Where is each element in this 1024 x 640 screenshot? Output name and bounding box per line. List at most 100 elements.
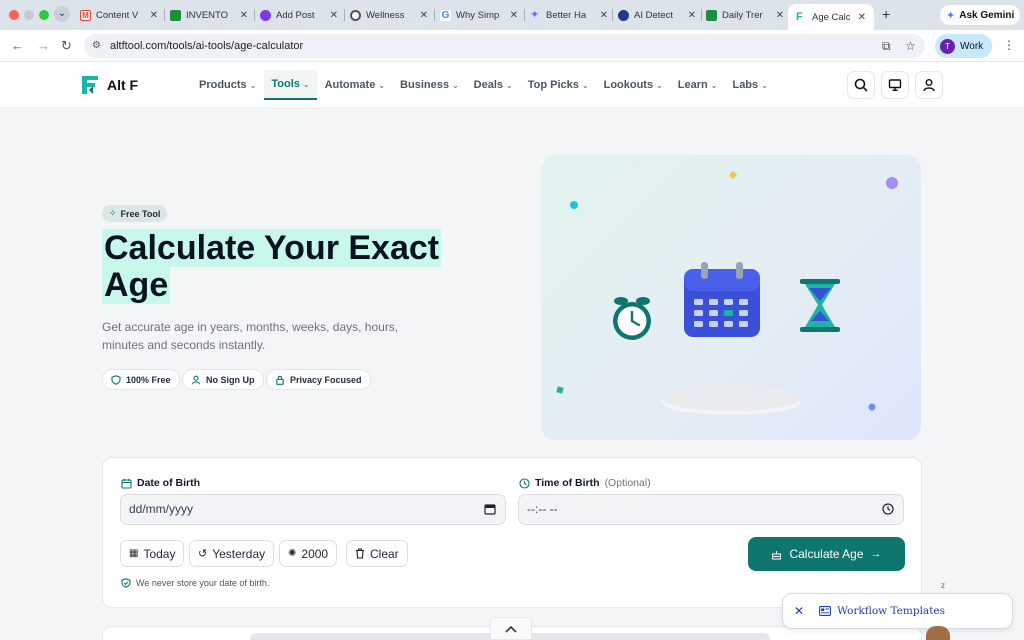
alarm-clock-icon xyxy=(613,297,651,340)
nav-item-tools[interactable]: Tools ⌄ xyxy=(264,70,317,100)
maximize-window-button[interactable] xyxy=(39,10,49,20)
tob-label-text: Time of Birth xyxy=(535,477,600,489)
close-tab-icon[interactable]: ✕ xyxy=(600,10,608,21)
workflow-templates-widget: ✕ Workflow Templates xyxy=(782,593,1013,629)
tab-title: Daily Trer xyxy=(722,9,763,21)
ask-gemini-label: Ask Gemini xyxy=(959,9,1015,21)
close-window-button[interactable] xyxy=(9,10,19,20)
clock-icon xyxy=(519,477,530,489)
install-app-icon[interactable]: ⧉ xyxy=(882,39,891,54)
tab-title: Content V xyxy=(96,9,139,21)
cake-icon xyxy=(772,550,782,559)
new-tab-button[interactable]: + xyxy=(882,6,890,22)
nav-label: Labs xyxy=(732,79,759,91)
nav-label: Automate xyxy=(324,79,376,91)
back-icon[interactable]: ← xyxy=(11,38,24,53)
nav-label: Business xyxy=(400,79,449,91)
nav-item-business[interactable]: Business ⌄ xyxy=(393,70,466,100)
close-tab-icon[interactable]: ✕ xyxy=(150,10,158,21)
site-settings-icon[interactable]: ⚙ xyxy=(92,40,101,51)
today-button[interactable]: ▦ Today xyxy=(120,540,185,567)
forward-icon[interactable]: → xyxy=(37,38,50,53)
yesterday-label: Yesterday xyxy=(212,546,266,561)
site-logo[interactable]: Alt F xyxy=(80,74,138,96)
browser-tab[interactable]: G Why Simp ✕ xyxy=(440,5,518,25)
scroll-up-button[interactable] xyxy=(490,617,532,640)
calendar-picker-icon[interactable] xyxy=(484,503,496,515)
tob-input[interactable]: --:-- -- xyxy=(518,494,904,525)
browser-tab[interactable]: INVENTO ✕ xyxy=(170,5,248,25)
browser-tab[interactable]: Add Post ✕ xyxy=(260,5,338,25)
monitor-icon xyxy=(888,79,902,92)
lock-icon xyxy=(276,375,284,385)
display-button[interactable] xyxy=(881,71,909,99)
minimize-window-button[interactable] xyxy=(24,10,34,20)
close-tab-icon[interactable]: ✕ xyxy=(858,12,866,23)
browser-menu-icon[interactable]: ⋮ xyxy=(1003,38,1015,52)
nav-item-top-picks[interactable]: Top Picks ⌄ xyxy=(521,70,596,100)
chevron-down-icon: ⌄ xyxy=(302,79,310,89)
chevron-up-icon xyxy=(505,625,517,633)
tab-title: Wellness xyxy=(366,9,405,21)
arrow-right-icon: → xyxy=(870,548,882,560)
tab-title: AI Detect xyxy=(634,9,674,21)
browser-tab[interactable]: ✦ Better Ha ✕ xyxy=(530,5,608,25)
nav-item-learn[interactable]: Learn ⌄ xyxy=(671,70,725,100)
ask-gemini-button[interactable]: ✦ Ask Gemini xyxy=(940,5,1020,25)
browser-tab-bar: ⌄ M Content V ✕ INVENTO ✕ Add Post ✕ Wellne… xyxy=(0,0,1024,30)
age-calculator-form: Date of Birth dd/mm/yyyy Time of Birth (… xyxy=(102,457,922,608)
nav-item-automate[interactable]: Automate ⌄ xyxy=(318,70,392,100)
browser-tab[interactable]: Wellness ✕ xyxy=(350,5,428,25)
profile-button[interactable]: T Work xyxy=(935,34,992,58)
url-text: altftool.com/tools/ai-tools/age-calculat… xyxy=(110,40,304,52)
dob-input[interactable]: dd/mm/yyyy xyxy=(120,494,506,525)
close-tab-icon[interactable]: ✕ xyxy=(776,10,784,21)
plugin-icon xyxy=(260,9,271,21)
tob-label: Time of Birth (Optional) xyxy=(519,477,651,489)
calendar-icon: ▦ xyxy=(129,548,139,559)
mascot-avatar[interactable] xyxy=(926,626,950,640)
tab-divider xyxy=(254,9,255,21)
close-tab-icon[interactable]: ✕ xyxy=(330,10,338,21)
nav-item-labs[interactable]: Labs ⌄ xyxy=(725,70,774,100)
tab-title: Better Ha xyxy=(546,9,587,21)
reload-icon[interactable]: ↻ xyxy=(61,38,72,54)
calculate-age-button[interactable]: Calculate Age → xyxy=(748,537,905,571)
nav-item-deals[interactable]: Deals ⌄ xyxy=(467,70,520,100)
detector-icon xyxy=(618,9,629,21)
title-line-2: Age xyxy=(102,266,171,304)
workflow-templates-label[interactable]: Workflow Templates xyxy=(837,605,945,617)
clock-picker-icon[interactable] xyxy=(882,503,894,515)
tab-divider xyxy=(344,9,345,21)
chip-label: Privacy Focused xyxy=(290,374,362,385)
nav-label: Tools xyxy=(271,78,300,90)
tab-title: INVENTO xyxy=(186,9,229,21)
url-field[interactable]: altftool.com/tools/ai-tools/age-calculat… xyxy=(84,34,925,58)
search-button[interactable] xyxy=(847,71,875,99)
tab-search-icon[interactable]: ⌄ xyxy=(54,6,70,22)
account-button[interactable] xyxy=(915,71,943,99)
close-tab-icon[interactable]: ✕ xyxy=(510,10,518,21)
browser-tab[interactable]: Daily Trer ✕ xyxy=(706,5,784,25)
avatar: T xyxy=(940,38,955,54)
close-tab-icon[interactable]: ✕ xyxy=(688,10,696,21)
yesterday-button[interactable]: ↺ Yesterday xyxy=(189,540,275,567)
dob-label-text: Date of Birth xyxy=(137,477,200,489)
profile-label: Work xyxy=(960,40,984,52)
year-2000-button[interactable]: ✺ 2000 xyxy=(279,540,338,567)
bookmark-star-icon[interactable]: ☆ xyxy=(905,39,916,53)
browser-tab[interactable]: M Content V ✕ xyxy=(80,5,158,25)
browser-tab[interactable]: AI Detect ✕ xyxy=(618,5,696,25)
close-tab-icon[interactable]: ✕ xyxy=(420,10,428,21)
close-icon[interactable]: ✕ xyxy=(794,604,804,618)
nav-item-products[interactable]: Products ⌄ xyxy=(192,70,263,100)
browser-tab-active[interactable]: F Age Calc ✕ xyxy=(788,4,874,30)
chevron-down-icon: ⌄ xyxy=(506,80,513,90)
clear-button[interactable]: Clear xyxy=(346,540,408,567)
nav-item-lookouts[interactable]: Lookouts ⌄ xyxy=(597,70,670,100)
nav-label: Products xyxy=(199,79,247,91)
close-tab-icon[interactable]: ✕ xyxy=(240,10,248,21)
search-icon xyxy=(854,78,868,92)
chevron-down-icon: ⌄ xyxy=(710,80,718,90)
tab-divider xyxy=(612,9,613,21)
